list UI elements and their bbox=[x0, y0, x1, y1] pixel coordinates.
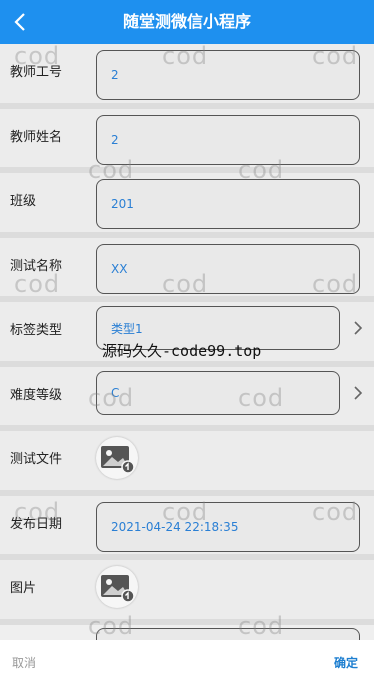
publish-date-value: 2021-04-24 22:18:35 bbox=[111, 519, 239, 534]
test-name-label: 测试名称 bbox=[10, 258, 63, 274]
form-row-test-name: 测试名称 XX bbox=[0, 237, 374, 302]
difficulty-label: 难度等级 bbox=[10, 387, 63, 403]
tag-type-picker[interactable]: 类型1 bbox=[96, 306, 340, 350]
teacher-name-label: 教师姓名 bbox=[10, 129, 63, 145]
chevron-right-icon[interactable] bbox=[352, 318, 364, 338]
difficulty-picker[interactable]: C bbox=[96, 370, 340, 415]
page-title: 随堂测微信小程序 bbox=[122, 12, 251, 31]
test-name-value: XX bbox=[111, 261, 128, 276]
publish-date-picker[interactable]: 2021-04-24 22:18:35 bbox=[96, 501, 360, 552]
test-file-upload-button[interactable] bbox=[96, 437, 138, 479]
top-nav-bar: 随堂测微信小程序 bbox=[0, 0, 374, 44]
image-label: 图片 bbox=[10, 581, 37, 596]
form-row-tag-type: 标签类型 类型1 bbox=[0, 302, 374, 367]
teacher-name-value: 2 bbox=[111, 132, 119, 147]
test-file-label: 测试文件 bbox=[10, 452, 63, 467]
form-row-teacher-id: 教师工号 2 bbox=[0, 44, 374, 109]
publish-date-label: 发布日期 bbox=[10, 516, 63, 532]
teacher-id-value: 2 bbox=[111, 68, 119, 82]
teacher-id-label: 教师工号 bbox=[10, 65, 63, 80]
confirm-button[interactable]: 确定 bbox=[334, 654, 358, 671]
image-upload-button[interactable] bbox=[96, 566, 138, 608]
form: 教师工号 2 教师姓名 2 班级 201 测试名称 XX 标签类型 类型1 难度… bbox=[0, 44, 374, 625]
form-row-publish-date: 发布日期 2021-04-24 22:18:35 bbox=[0, 495, 374, 560]
test-name-input[interactable]: XX bbox=[96, 243, 360, 294]
difficulty-value: C bbox=[111, 385, 120, 400]
footer-bar: 取消 确定 bbox=[0, 640, 374, 682]
tag-type-value: 类型1 bbox=[111, 321, 143, 336]
tag-type-label: 标签类型 bbox=[10, 323, 63, 338]
form-row-teacher-name: 教师姓名 2 bbox=[0, 108, 374, 173]
class-label: 班级 bbox=[10, 194, 37, 209]
teacher-id-input[interactable]: 2 bbox=[96, 50, 360, 100]
teacher-name-input[interactable]: 2 bbox=[96, 114, 360, 165]
class-value: 201 bbox=[111, 197, 134, 211]
image-upload-icon bbox=[101, 575, 135, 602]
chevron-right-icon[interactable] bbox=[352, 383, 364, 403]
form-row-test-file: 测试文件 bbox=[0, 431, 374, 496]
cancel-button[interactable]: 取消 bbox=[12, 654, 36, 671]
form-row-class: 班级 201 bbox=[0, 173, 374, 238]
class-input[interactable]: 201 bbox=[96, 179, 360, 229]
form-row-image: 图片 bbox=[0, 560, 374, 625]
image-upload-icon bbox=[101, 446, 135, 473]
form-row-difficulty: 难度等级 C bbox=[0, 366, 374, 431]
